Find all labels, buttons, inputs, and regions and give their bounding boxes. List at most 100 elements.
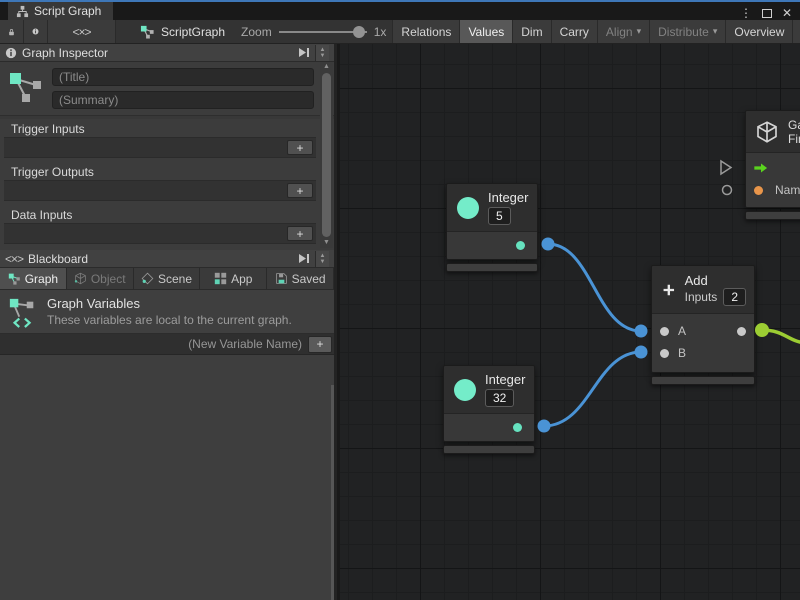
saved-floppy-icon [275, 272, 288, 285]
wire-endpoint[interactable] [635, 325, 648, 338]
carry-toggle[interactable]: Carry [551, 20, 597, 43]
variables-scrollbar[interactable] [331, 385, 334, 600]
data-inputs-list: + [4, 223, 316, 244]
tab-graph[interactable]: Graph [0, 268, 67, 289]
zoom-slider[interactable] [279, 26, 367, 38]
dock-panel-icon[interactable] [298, 253, 310, 264]
wire-int5-to-a[interactable] [548, 244, 641, 331]
window-menu-icon[interactable]: ⋮ [740, 6, 752, 20]
node-footer [446, 263, 538, 272]
node-integer-5[interactable]: Integer 5 [446, 183, 538, 272]
add-data-input-button[interactable]: + [287, 226, 313, 241]
blackboard-header: <×> Blackboard ▲ ▼ [0, 250, 334, 268]
tab-scene[interactable]: Scene [134, 268, 201, 289]
port-b-label: B [678, 346, 686, 360]
scroll-up-icon[interactable]: ▲ [323, 62, 330, 72]
integer-value-field[interactable]: 32 [485, 389, 514, 407]
scrollbar-thumb[interactable] [322, 73, 331, 237]
node-add[interactable]: Add Inputs 2 A B [651, 265, 755, 385]
toolbar-toggles: Relations Values Dim Carry Align ▾ Distr… [392, 20, 800, 43]
wire-endpoint[interactable] [538, 420, 551, 433]
chevron-down-icon: ▾ [637, 26, 642, 37]
align-dropdown[interactable]: Align ▾ [597, 20, 649, 43]
distribute-label: Distribute [658, 25, 709, 39]
trigger-outputs-label: Trigger Outputs [4, 164, 316, 180]
distribute-dropdown[interactable]: Distribute ▾ [649, 20, 725, 43]
wire-endpoint[interactable] [755, 323, 769, 337]
gameobject-cube-icon [755, 120, 779, 144]
port-a-label: A [678, 324, 686, 338]
values-toggle[interactable]: Values [459, 20, 512, 43]
node-title: Integer [485, 372, 525, 387]
integer-value-field[interactable]: 5 [488, 207, 511, 225]
add-trigger-input-button[interactable]: + [287, 140, 313, 155]
tab-app-label: App [231, 272, 252, 286]
blackboard-title: Blackboard [28, 252, 88, 266]
zoom-slider-handle[interactable] [353, 26, 365, 38]
node-add-header[interactable]: Add Inputs 2 [652, 266, 754, 314]
wire-endpoint[interactable] [635, 346, 648, 359]
node-integer-32[interactable]: Integer 32 [443, 365, 535, 454]
graph-reference[interactable]: ScriptGraph [130, 20, 235, 43]
close-icon[interactable]: ✕ [782, 6, 792, 20]
trigger-input-row [746, 157, 800, 179]
inputs-count-field[interactable]: 2 [723, 288, 746, 306]
panel-cycle-arrows[interactable]: ▲ ▼ [315, 45, 329, 61]
title-input[interactable] [52, 68, 314, 86]
dock-panel-icon[interactable] [298, 47, 310, 58]
maximize-icon[interactable] [762, 9, 772, 18]
zoom-control: Zoom 1x [235, 20, 392, 43]
tab-app[interactable]: App [200, 268, 267, 289]
output-port-row [447, 232, 537, 259]
integer-output-port[interactable] [513, 423, 522, 432]
port-row-b: B [652, 342, 754, 364]
add-variable-button[interactable]: + [308, 336, 332, 353]
info-button[interactable] [24, 20, 48, 43]
graph-variables-subtitle: These variables are local to the current… [47, 313, 292, 327]
relations-toggle[interactable]: Relations [392, 20, 459, 43]
tab-script-graph[interactable]: Script Graph [8, 2, 113, 20]
sum-output-port[interactable] [737, 327, 746, 336]
variables-toggle-button[interactable]: <×> [48, 20, 116, 43]
name-input-port[interactable] [754, 186, 763, 195]
graph-canvas[interactable]: Integer 5 Integer 32 [340, 44, 800, 600]
overview-button[interactable]: Overview [725, 20, 792, 43]
input-port-b[interactable] [660, 349, 669, 358]
port-row-a: A [652, 320, 754, 342]
input-port-a[interactable] [660, 327, 669, 336]
node-integer-5-header[interactable]: Integer 5 [447, 184, 537, 232]
node-gameobject-find-header[interactable]: GameObject Find [746, 111, 800, 153]
graph-inspector-header: Graph Inspector ▲ ▼ [0, 44, 334, 62]
variables-list-empty [0, 355, 334, 600]
trigger-arrow-icon[interactable] [754, 163, 768, 173]
summary-input[interactable] [52, 91, 314, 109]
chevron-down-icon: ▾ [713, 26, 718, 37]
node-method-label: Find [788, 132, 800, 146]
graph-node-icon [8, 68, 44, 104]
fullscreen-button[interactable]: Full Screen [792, 20, 800, 43]
output-port-row [444, 414, 534, 441]
inspector-scrollbar[interactable]: ▲ ▼ [320, 62, 333, 248]
dim-toggle[interactable]: Dim [512, 20, 550, 43]
new-variable-input[interactable] [4, 337, 308, 351]
integer-output-port[interactable] [516, 241, 525, 250]
trigger-inputs-list: + [4, 137, 316, 158]
align-label: Align [606, 25, 633, 39]
tab-saved[interactable]: Saved [267, 268, 334, 289]
graph-inspector-content: Trigger Inputs + Trigger Outputs + Data … [0, 62, 334, 250]
node-footer [745, 211, 800, 220]
scroll-down-icon[interactable]: ▼ [323, 238, 330, 248]
value-port-outline-icon[interactable] [723, 186, 732, 195]
info-icon [32, 25, 39, 38]
trigger-port-outline-icon[interactable] [721, 161, 731, 174]
add-trigger-output-button[interactable]: + [287, 183, 313, 198]
scene-icon [141, 272, 154, 285]
panel-cycle-arrows[interactable]: ▲ ▼ [315, 251, 329, 267]
node-integer-32-header[interactable]: Integer 32 [444, 366, 534, 414]
wire-int32-to-b[interactable] [544, 352, 641, 426]
lock-button[interactable] [0, 20, 24, 43]
tab-object[interactable]: Object [67, 268, 134, 289]
wire-add-output[interactable] [762, 330, 800, 343]
wire-endpoint[interactable] [542, 238, 555, 251]
node-gameobject-find[interactable]: GameObject Find Name [745, 110, 800, 220]
